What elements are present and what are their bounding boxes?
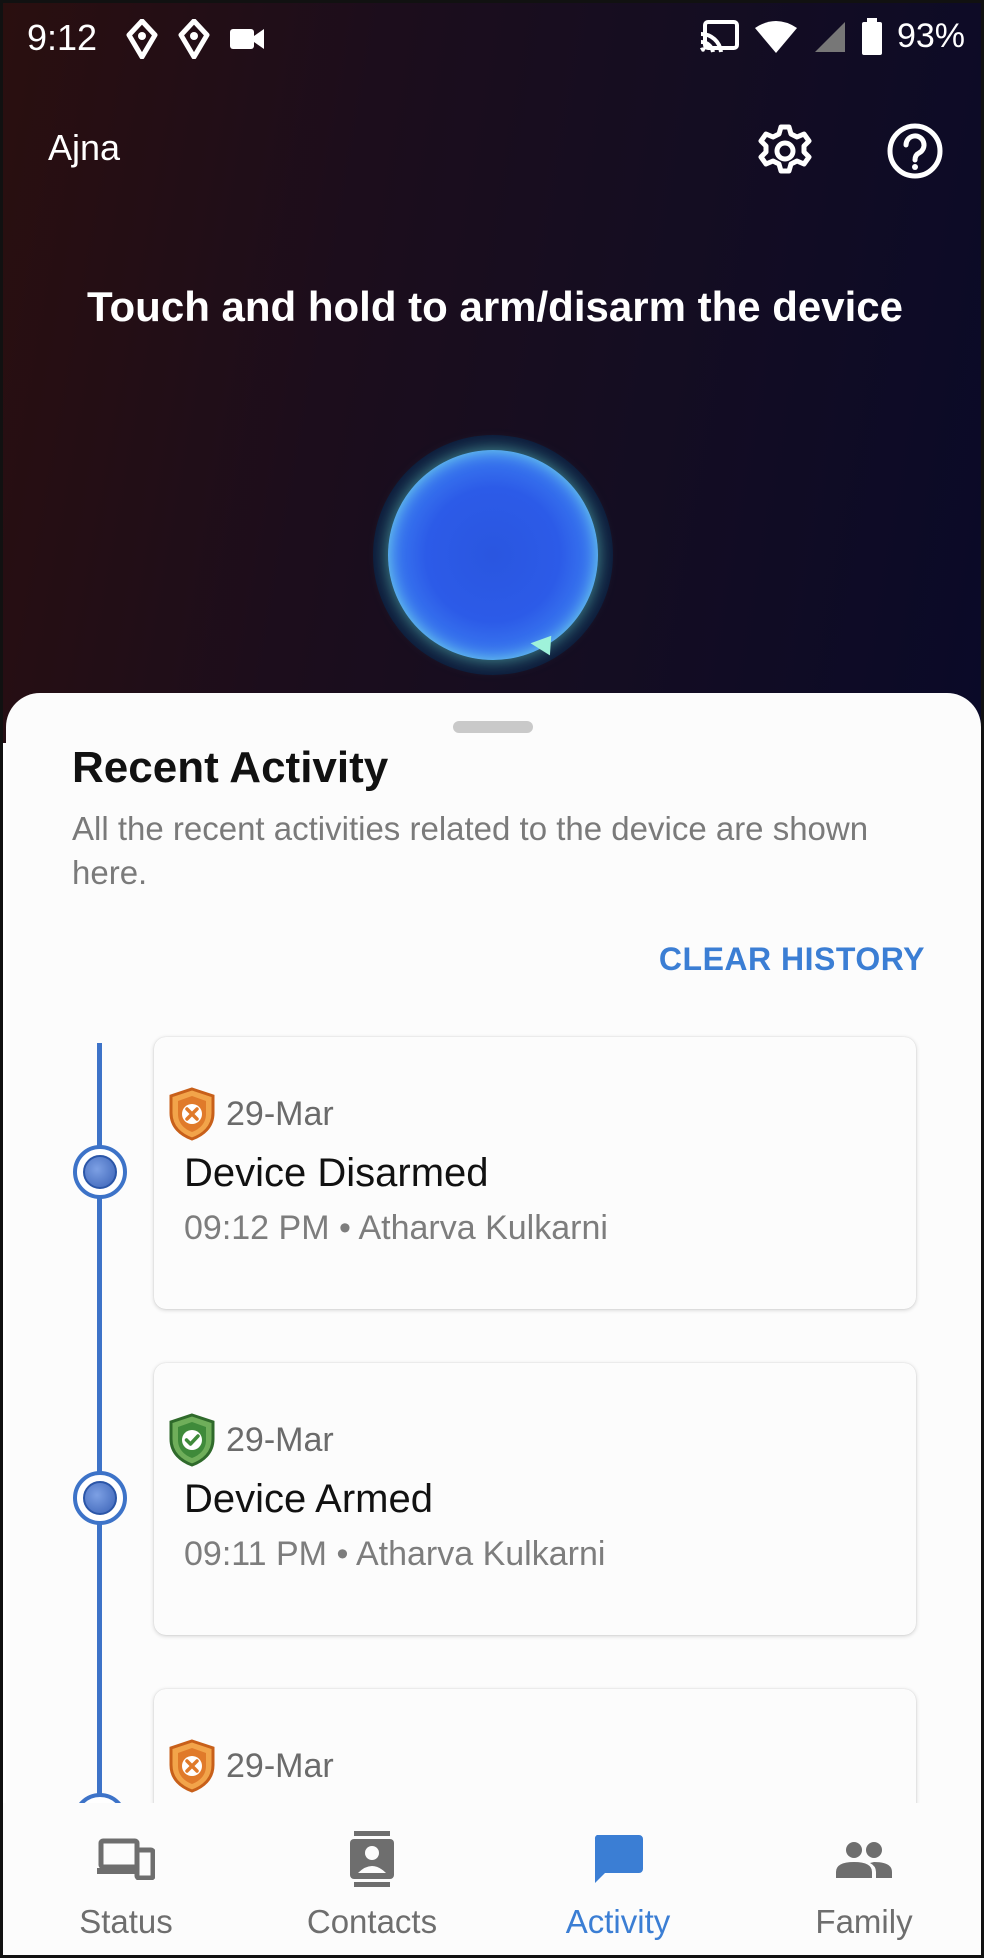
nav-contacts[interactable]: Contacts <box>249 1803 495 1955</box>
shield-check-icon <box>169 1413 215 1467</box>
activity-title: Device Disarmed <box>184 1151 489 1195</box>
activity-time: 09:12 PM <box>184 1209 330 1247</box>
devices-icon <box>97 1838 155 1880</box>
status-bar: 9:12 93% <box>3 3 981 75</box>
activity-card[interactable]: 29-Mar Device Disarmed 09:12 PM • Atharv… <box>154 1037 916 1309</box>
sheet-drag-handle[interactable] <box>453 721 533 733</box>
activity-date: 29-Mar <box>226 1420 334 1459</box>
timeline-node <box>73 1793 127 1803</box>
activity-user: Atharva Kulkarni <box>358 1209 608 1247</box>
nav-label: Family <box>815 1903 913 1940</box>
nav-label: Activity <box>565 1903 671 1940</box>
hero-panel: 9:12 93% Ajna Touch and hold to arm/disa… <box>3 3 981 743</box>
activity-user: Atharva Kulkarni <box>355 1535 606 1573</box>
meta-separator: • <box>336 1535 356 1573</box>
activity-time: 09:11 PM <box>184 1535 328 1573</box>
nav-family[interactable]: Family <box>741 1803 981 1955</box>
help-button[interactable] <box>885 121 945 181</box>
arm-disarm-button[interactable] <box>373 435 613 675</box>
activity-card[interactable]: 29-Mar <box>154 1689 916 1803</box>
nav-label: Status <box>79 1903 173 1940</box>
meta-separator: • <box>338 1209 359 1247</box>
nav-label: Contacts <box>306 1903 438 1940</box>
arm-orb <box>388 450 598 660</box>
app-title: Ajna <box>48 127 121 168</box>
nav-status[interactable]: Status <box>3 1803 249 1955</box>
people-icon <box>836 1842 892 1878</box>
bottom-navigation: Status Contacts Activity Family <box>3 1803 981 1955</box>
notification-icons <box>125 19 265 59</box>
activity-title: Device Armed <box>184 1477 433 1521</box>
cast-icon <box>699 19 739 53</box>
shield-x-icon <box>169 1739 215 1793</box>
settings-button[interactable] <box>755 121 815 181</box>
video-camera-icon <box>230 29 264 49</box>
activity-meta: 09:11 PM • Atharva Kulkarni <box>184 1535 605 1574</box>
arm-instruction: Touch and hold to arm/disarm the device <box>86 283 904 330</box>
battery-icon <box>861 17 882 55</box>
wifi-icon <box>754 20 797 53</box>
system-status-icons: 93% <box>699 17 965 56</box>
signal-icon <box>814 21 845 52</box>
sheet-subtitle: All the recent activities related to the… <box>72 810 869 891</box>
phone-screen: 9:12 93% Ajna Touch and hold to arm/disa… <box>0 0 984 1958</box>
chat-icon <box>594 1835 643 1883</box>
activity-card[interactable]: 29-Mar Device Armed 09:11 PM • Atharva K… <box>154 1363 916 1635</box>
sheet-title: Recent Activity <box>72 743 389 792</box>
recent-activity-sheet[interactable]: Recent Activity All the recent activitie… <box>6 693 981 1803</box>
shield-x-icon <box>169 1087 215 1141</box>
help-circle-icon <box>887 123 943 179</box>
gear-icon <box>758 124 812 174</box>
activity-date: 29-Mar <box>226 1746 334 1785</box>
timeline-node <box>73 1145 127 1199</box>
nav-activity[interactable]: Activity <box>495 1803 741 1955</box>
activity-meta: 09:12 PM • Atharva Kulkarni <box>184 1209 608 1248</box>
timeline-node <box>73 1471 127 1525</box>
status-time: 9:12 <box>27 17 98 58</box>
location-pin-icon <box>126 19 158 59</box>
location-pin-icon <box>178 19 210 59</box>
activity-date: 29-Mar <box>226 1094 334 1133</box>
contacts-icon <box>350 1831 394 1887</box>
battery-percent: 93% <box>896 17 965 55</box>
clear-history-button[interactable]: CLEAR HISTORY <box>659 941 925 978</box>
